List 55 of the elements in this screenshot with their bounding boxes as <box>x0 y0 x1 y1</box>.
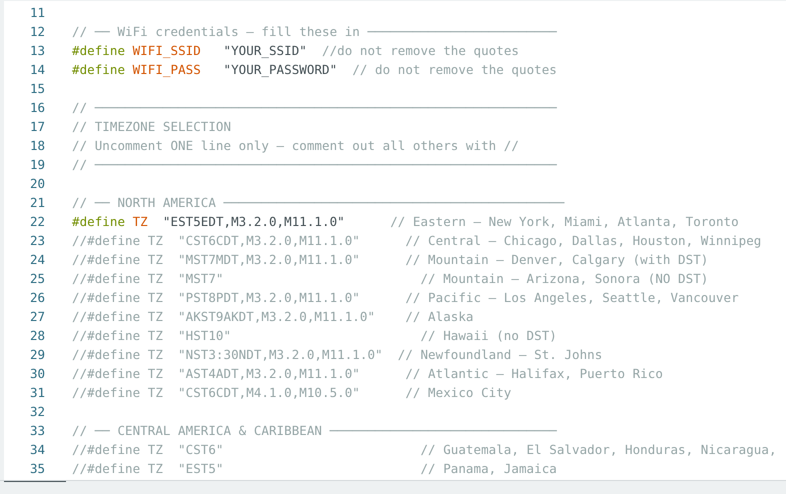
comment-text: //do not remove the quotes <box>322 43 519 58</box>
line-number: 13 <box>28 43 45 58</box>
line-number: 33 <box>28 423 45 438</box>
comment-text: //#define TZ "HST10" // Hawaii (no DST) <box>72 328 557 343</box>
keyword-text: #define <box>72 43 126 58</box>
comment-text: //#define TZ "MST7MDT,M3.2.0,M11.1.0" // Mountain — Denver, Calgary (with DST) <box>72 252 708 267</box>
comment-text: // Uncomment ONE line only — comment out all others with // <box>72 138 519 153</box>
comment-text: // do not remove the quotes <box>352 62 557 77</box>
string-literal: "EST5EDT,M3.2.0,M11.1.0" <box>162 214 346 229</box>
line-number: 11 <box>28 5 45 20</box>
keyword-text: #define <box>72 214 126 229</box>
comment-text: //#define TZ "MST7" // Mountain — Arizona, Sonora (NO DST) <box>72 271 708 286</box>
comment-text: //#define TZ "PST8PDT,M3.2.0,M11.1.0" // Pacific — Los Angeles, Seattle, Vancouver <box>72 290 739 305</box>
macro-name: WIFI_PASS <box>132 62 202 77</box>
line-number: 24 <box>28 252 45 267</box>
keyword-text: #define <box>72 62 126 77</box>
line-number: 25 <box>28 271 45 286</box>
line-number: 29 <box>28 347 45 362</box>
macro-name: TZ <box>132 214 149 229</box>
comment-text: // ── CENTRAL AMERICA & CARIBBEAN ────────────────────────────── <box>72 423 557 438</box>
comment-text: // ───────────────────────────────────────────────────────────── <box>72 157 557 172</box>
comment-text: // ── NORTH AMERICA ───────────────────────────────────────────── <box>72 195 564 210</box>
line-number: 19 <box>28 157 45 172</box>
string-literal: "YOUR_PASSWORD" <box>224 62 338 77</box>
comment-text: // TIMEZONE SELECTION <box>72 119 232 134</box>
line-number: 31 <box>28 385 45 400</box>
line-number: 17 <box>28 119 45 134</box>
macro-name: WIFI_SSID <box>132 43 202 58</box>
comment-text: //#define TZ "AKST9AKDT,M3.2.0,M11.1.0" // Alaska <box>72 309 474 324</box>
line-number: 12 <box>28 24 45 39</box>
line-number: 35 <box>28 461 45 476</box>
line-number: 22 <box>28 214 45 229</box>
comment-text: //#define TZ "EST5" // Panama, Jamaica <box>72 461 557 476</box>
line-number: 27 <box>28 309 45 324</box>
string-literal: "YOUR_SSID" <box>224 43 308 58</box>
comment-text: // ── WiFi credentials — fill these in ───────────────────────── <box>72 24 557 39</box>
comment-text: //#define TZ "NST3:30NDT,M3.2.0,M11.1.0" // Newfoundland — St. Johns <box>72 347 602 362</box>
line-number: 30 <box>28 366 45 381</box>
line-number: 14 <box>28 62 45 77</box>
comment-text: //#define TZ "CST6CDT,M3.2.0,M11.1.0" // Central — Chicago, Dallas, Houston, Winnipeg <box>72 233 762 248</box>
line-number: 20 <box>28 176 45 191</box>
line-number: 26 <box>28 290 45 305</box>
line-number: 34 <box>28 442 45 457</box>
line-number: 18 <box>28 138 45 153</box>
comment-text: // ───────────────────────────────────────────────────────────── <box>72 100 557 115</box>
line-number: 32 <box>28 404 45 419</box>
line-number: 28 <box>28 328 45 343</box>
line-number: 21 <box>28 195 45 210</box>
comment-text: //#define TZ "AST4ADT,M3.2.0,M11.1.0" // Atlantic — Halifax, Puerto Rico <box>72 366 663 381</box>
line-number: 15 <box>28 81 45 96</box>
line-number: 23 <box>28 233 45 248</box>
comment-text: //#define TZ "CST6CDT,M4.1.0,M10.5.0" // Mexico City <box>72 385 512 400</box>
comment-text: // Eastern — New York, Miami, Atlanta, Toronto <box>390 214 739 229</box>
line-number: 16 <box>28 100 45 115</box>
comment-text: //#define TZ "CST6" // Guatemala, El Salvador, Honduras, Nicaragua, <box>72 442 777 457</box>
